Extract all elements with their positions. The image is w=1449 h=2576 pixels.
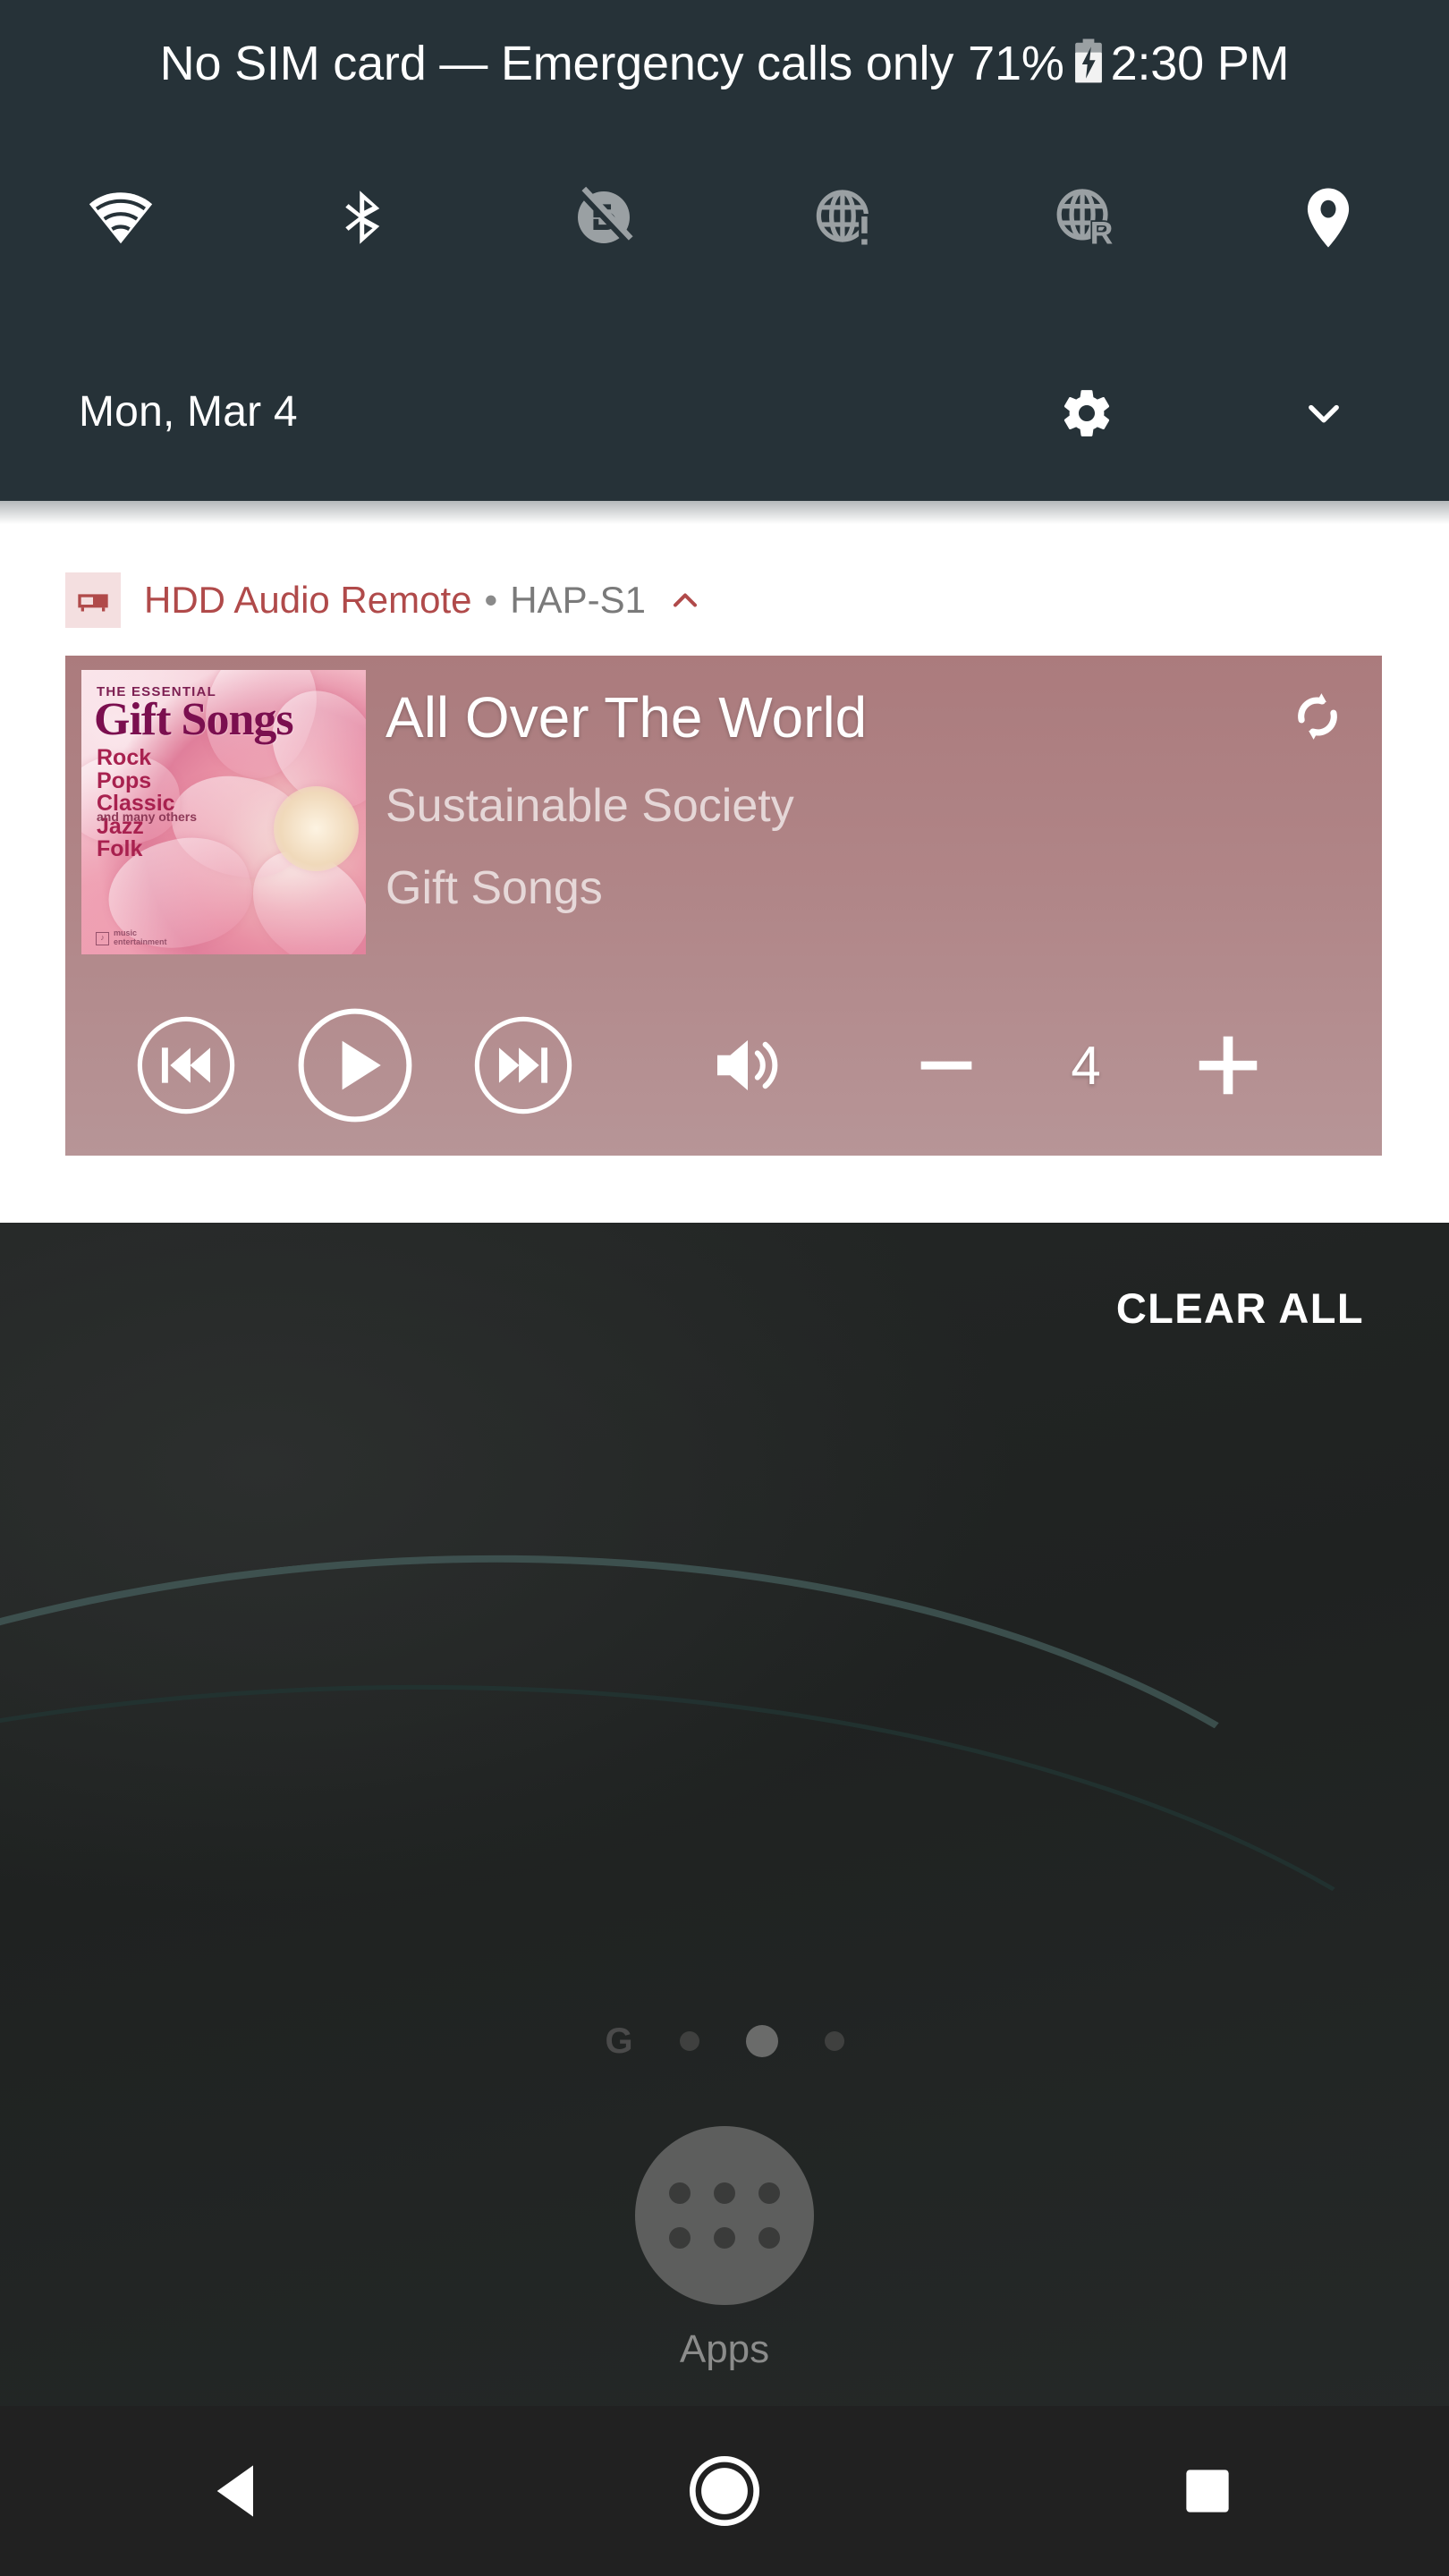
home-circle-icon [689, 2455, 760, 2527]
play-icon [298, 1008, 412, 1123]
volume-up-icon [717, 1040, 778, 1090]
page-dot-3[interactable] [824, 2031, 844, 2051]
navigation-bar [0, 2406, 1449, 2576]
repeat-icon[interactable] [1284, 682, 1352, 750]
music-note-icon: ♪ [96, 931, 109, 945]
back-triangle-icon [216, 2465, 253, 2517]
track-title: All Over The World [386, 685, 868, 750]
skip-next-button[interactable] [452, 994, 595, 1137]
wallpaper-arc [0, 1223, 1449, 2576]
skip-previous-icon [137, 1016, 235, 1114]
location-icon[interactable] [1208, 159, 1449, 275]
volume-value: 4 [1071, 1035, 1101, 1096]
status-icons-row: R [0, 159, 1449, 275]
bluetooth-icon[interactable] [242, 159, 483, 275]
roaming-icon[interactable]: R [966, 159, 1208, 275]
wallpaper-arc [52, 1223, 1449, 2576]
shade-top-shadow [0, 501, 1449, 524]
album-art: THE ESSENTIAL Gift Songs Rock Pops Class… [81, 670, 366, 954]
mobile-data-off-icon[interactable] [483, 159, 724, 275]
volume-up-button[interactable] [1170, 994, 1286, 1137]
apps-drawer-button[interactable] [635, 2126, 814, 2305]
date-label: Mon, Mar 4 [79, 387, 298, 436]
svg-text:R: R [1090, 216, 1114, 250]
status-bar-text: No SIM card — Emergency calls only 71% 2:… [160, 36, 1290, 97]
wallpaper-arc [0, 1223, 1449, 2576]
plus-icon [1199, 1036, 1258, 1095]
clear-all-button[interactable]: CLEAR ALL [1116, 1284, 1364, 1333]
apps-grid-icon [669, 2182, 780, 2249]
clock: 2:30 PM [1110, 37, 1290, 90]
recents-button[interactable] [966, 2406, 1449, 2576]
volume-indicator [682, 994, 817, 1137]
media-notification-card[interactable]: THE ESSENTIAL Gift Songs Rock Pops Class… [65, 656, 1382, 1156]
album-art-tagline: and many others [97, 809, 198, 824]
wallpaper-arc [324, 1223, 1449, 2576]
google-logo-icon[interactable]: G [605, 2023, 632, 2059]
genre-item: Rock [97, 745, 152, 770]
status-bar: No SIM card — Emergency calls only 71% 2:… [0, 0, 1449, 132]
chevron-up-icon[interactable] [665, 580, 705, 620]
apps-drawer-label: Apps [679, 2327, 770, 2371]
chevron-down-icon[interactable] [1288, 377, 1360, 449]
album-art-genres: Rock Pops Classic Jazz Folk [97, 745, 175, 861]
wallpaper-arc [0, 1223, 1449, 2576]
media-controls: 4 [65, 994, 1382, 1137]
volume-down-button[interactable] [888, 994, 1004, 1137]
minus-icon [920, 1061, 972, 1070]
page-indicator: G [0, 2019, 1449, 2063]
quick-settings-panel: No SIM card — Emergency calls only 71% 2:… [0, 0, 1449, 501]
play-button[interactable] [278, 994, 432, 1137]
genre-item: Pops [97, 767, 152, 793]
record-label-text: music entertainment [114, 928, 167, 947]
gear-icon[interactable] [1051, 377, 1123, 449]
notification-device-name: HAP-S1 [510, 579, 646, 621]
back-button[interactable] [0, 2406, 483, 2576]
track-album: Gift Songs [386, 862, 603, 914]
skip-previous-button[interactable] [114, 994, 258, 1137]
genre-item: Folk [97, 836, 143, 861]
date-row: Mon, Mar 4 [0, 358, 1449, 465]
wifi-icon[interactable] [0, 159, 242, 275]
skip-next-icon [474, 1016, 572, 1114]
page-dot-2-active[interactable] [745, 2025, 778, 2057]
track-artist: Sustainable Society [386, 780, 794, 832]
album-art-title: Gift Songs [94, 694, 294, 745]
carrier-label: No SIM card — Emergency calls only [159, 37, 954, 90]
no-internet-icon[interactable] [724, 159, 966, 275]
page-dot-1[interactable] [679, 2031, 699, 2051]
battery-charging-icon [1073, 38, 1104, 97]
home-button[interactable] [483, 2406, 966, 2576]
notification-header[interactable]: HDD Audio Remote • HAP-S1 [65, 569, 1139, 631]
album-art-record-label: ♪ music entertainment [96, 928, 167, 947]
notification-app-name: HDD Audio Remote [144, 579, 472, 621]
recents-square-icon [1186, 2470, 1229, 2512]
home-screen: CLEAR ALL G Apps [0, 1223, 1449, 2576]
header-separator: • [484, 579, 498, 621]
av-receiver-icon [65, 572, 121, 628]
battery-percent: 71% [968, 37, 1064, 90]
